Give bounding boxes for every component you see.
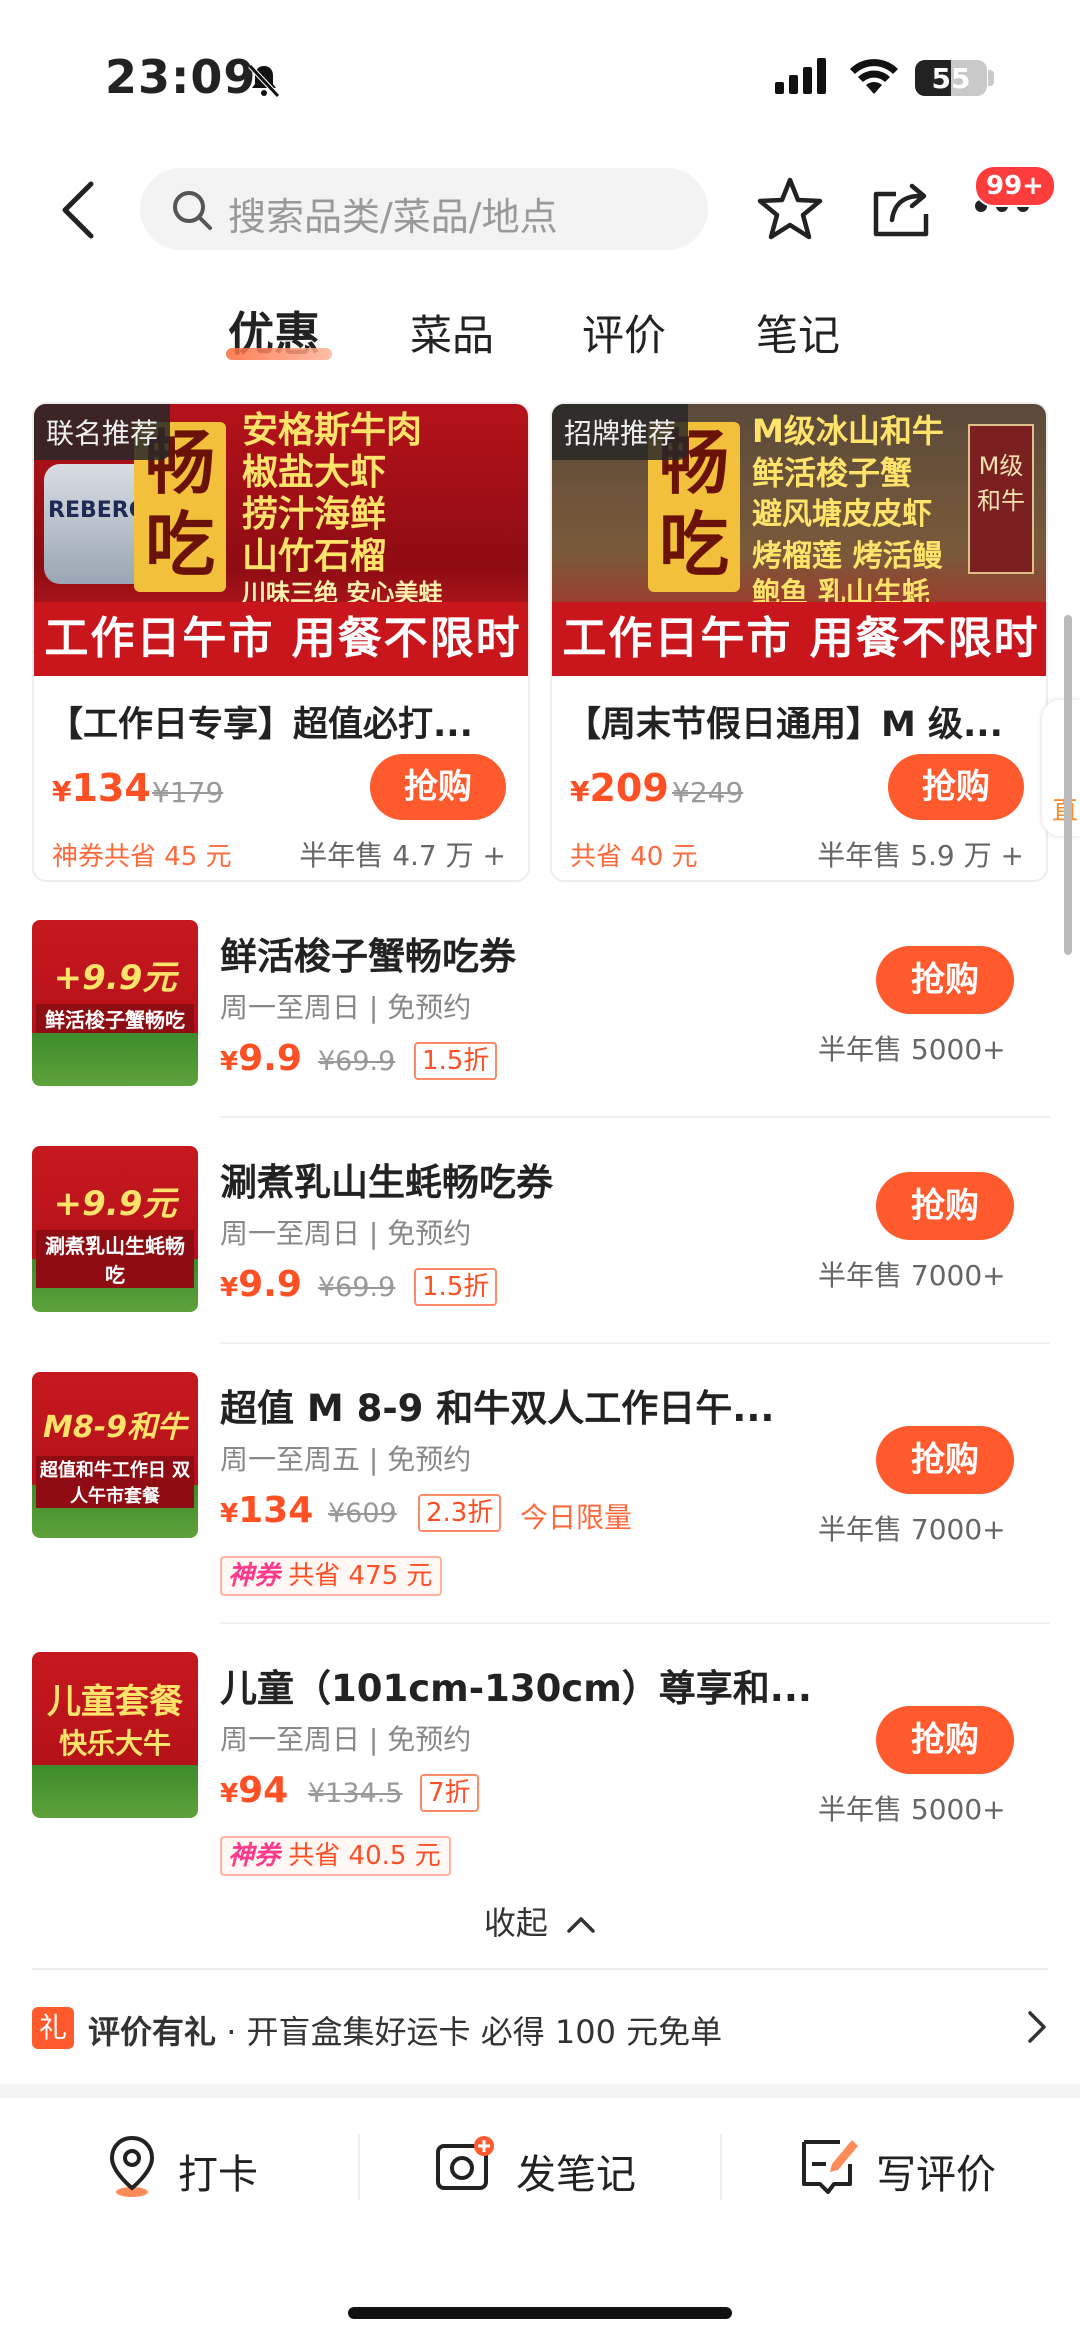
item-thumbnail: 儿童套餐 快乐大牛 — [32, 1652, 198, 1818]
item-thumbnail: M8-9和牛 超值和牛工作日 双人午市套餐 — [32, 1372, 198, 1538]
buy-button[interactable]: 抢购 — [876, 1172, 1014, 1240]
search-input[interactable]: 搜索品类/菜品/地点 — [140, 168, 708, 250]
item-validity: 周一至周五 | 免预约 — [220, 1443, 472, 1476]
coupon-badge: 神券 共省 475 元 — [220, 1556, 443, 1596]
deal-card[interactable]: REBERG 畅吃 安格斯牛肉 椒盐大虾 捞汁海鲜 山竹石榴 川味三绝 安心美蛙… — [32, 402, 530, 882]
sold-count: 半年售 4.7 万 + — [299, 839, 506, 872]
original-price: ¥179 — [152, 776, 224, 809]
checkin-button[interactable]: 打卡 — [104, 2134, 284, 2204]
tab-active-indicator — [226, 348, 332, 360]
item-name: 鲜活梭子蟹畅吃券 — [220, 935, 516, 978]
limited-today-text: 今日限量 — [520, 1501, 633, 1534]
item-sold-count: 半年售 7000+ — [818, 1259, 1006, 1292]
battery-level: 55 — [931, 62, 971, 95]
deal-title: 【周末节假日通用】M 级... — [566, 705, 1003, 745]
share-icon[interactable] — [870, 174, 932, 240]
item-name: 儿童（101cm-130cm）尊享和... — [220, 1667, 812, 1710]
item-price: ¥94 — [220, 1770, 289, 1811]
search-placeholder: 搜索品类/菜品/地点 — [228, 195, 558, 239]
silent-bell-icon — [248, 64, 280, 98]
discount-badge: 7折 — [420, 1774, 479, 1812]
item-original-price: ¥134.5 — [308, 1778, 403, 1809]
deal-title: 【工作日专享】超值必打... — [48, 705, 473, 745]
scroll-indicator — [1064, 615, 1072, 955]
notification-badge: 99+ — [974, 165, 1056, 207]
buy-button[interactable]: 抢购 — [876, 946, 1014, 1014]
tab-notes[interactable]: 笔记 — [756, 302, 840, 363]
item-price: ¥134 — [220, 1490, 314, 1531]
promo-text: 评价有礼 · 开盲盒集好运卡 必得 100 元免单 — [88, 2013, 723, 2051]
deal-card-image: 畅吃 M级冰山和牛 鲜活梭子蟹 避风塘皮皮虾 烤榴莲 烤活鳗 鲍鱼 乳山生蚝 M… — [552, 404, 1046, 676]
write-review-button[interactable]: 写评价 — [800, 2134, 1020, 2204]
coupon-badge: 神券 共省 40.5 元 — [220, 1836, 451, 1876]
discount-badge: 1.5折 — [414, 1042, 498, 1080]
image-banner: 工作日午市 用餐不限时 — [552, 602, 1046, 676]
review-promo-row[interactable]: 礼 评价有礼 · 开盲盒集好运卡 必得 100 元免单 — [32, 2005, 1048, 2051]
signal-icon — [775, 58, 826, 94]
search-icon — [173, 191, 212, 230]
floating-edge-tab[interactable]: 直 — [1042, 700, 1080, 836]
original-price: ¥249 — [672, 776, 744, 809]
collapse-button[interactable]: 收起 — [0, 1898, 1080, 1944]
location-pin-icon — [109, 2135, 155, 2197]
item-original-price: ¥69.9 — [318, 1272, 396, 1303]
edit-review-icon — [802, 2140, 858, 2194]
deal-card-image: REBERG 畅吃 安格斯牛肉 椒盐大虾 捞汁海鲜 山竹石榴 川味三绝 安心美蛙… — [34, 404, 528, 676]
tab-bar: 优惠 菜品 评价 笔记 — [0, 298, 1080, 378]
deal-price: ¥134 — [52, 766, 151, 810]
chevron-right-icon — [1028, 2011, 1046, 2043]
discount-badge: 1.5折 — [414, 1268, 498, 1306]
card-tag: 招牌推荐 — [552, 404, 689, 460]
item-original-price: ¥609 — [328, 1498, 397, 1529]
item-name: 涮煮乳山生蚝畅吃券 — [220, 1161, 553, 1204]
post-note-button[interactable]: 发笔记 — [434, 2134, 654, 2204]
camera-plus-icon — [436, 2136, 494, 2190]
status-time: 23:09 — [105, 50, 257, 104]
item-name: 超值 M 8-9 和牛双人工作日午... — [220, 1387, 775, 1430]
chevron-up-icon — [567, 1917, 595, 1933]
image-text: 安格斯牛肉 椒盐大虾 捞汁海鲜 山竹石榴 川味三绝 安心美蛙 — [242, 410, 443, 607]
status-bar: 23:09 55 — [0, 0, 1080, 150]
wifi-icon — [850, 59, 898, 94]
item-validity: 周一至周日 | 免预约 — [220, 1723, 472, 1756]
item-original-price: ¥69.9 — [318, 1046, 396, 1077]
gift-icon: 礼 — [32, 2007, 74, 2049]
item-price: ¥9.9 — [220, 1264, 302, 1305]
battery-icon: 55 — [915, 60, 987, 96]
back-arrow-icon[interactable] — [55, 180, 105, 240]
deal-card[interactable]: 畅吃 M级冰山和牛 鲜活梭子蟹 避风塘皮皮虾 烤榴莲 烤活鳗 鲍鱼 乳山生蚝 M… — [550, 402, 1048, 882]
card-tag: 联名推荐 — [34, 404, 171, 460]
buy-button[interactable]: 抢购 — [876, 1426, 1014, 1494]
savings-text: 神券共省 45 元 — [52, 842, 232, 872]
item-sold-count: 半年售 7000+ — [818, 1513, 1006, 1546]
wagyu-box-image: M级和牛 — [968, 424, 1034, 574]
buy-button[interactable]: 抢购 — [876, 1706, 1014, 1774]
tab-reviews[interactable]: 评价 — [582, 302, 666, 363]
item-validity: 周一至周日 | 免预约 — [220, 1217, 472, 1250]
buy-button[interactable]: 抢购 — [370, 754, 506, 820]
deal-price: ¥209 — [570, 766, 669, 810]
item-thumbnail: +9.9元 鲜活梭子蟹畅吃 — [32, 920, 198, 1086]
item-sold-count: 半年售 5000+ — [818, 1793, 1006, 1826]
item-price: ¥9.9 — [220, 1038, 302, 1079]
buy-button[interactable]: 抢购 — [888, 754, 1024, 820]
bottom-action-bar: 打卡 发笔记 写评价 — [0, 2098, 1080, 2238]
star-favorite-icon[interactable] — [756, 176, 824, 242]
tab-dishes[interactable]: 菜品 — [410, 302, 494, 363]
item-thumbnail: +9.9元 涮煮乳山生蚝畅吃 — [32, 1146, 198, 1312]
image-text: M级冰山和牛 鲜活梭子蟹 避风塘皮皮虾 烤榴莲 烤活鳗 鲍鱼 乳山生蚝 — [752, 412, 944, 609]
home-indicator — [348, 2307, 732, 2319]
savings-text: 共省 40 元 — [570, 842, 698, 872]
item-validity: 周一至周日 | 免预约 — [220, 991, 472, 1024]
discount-badge: 2.3折 — [418, 1494, 502, 1532]
item-sold-count: 半年售 5000+ — [818, 1033, 1006, 1066]
image-banner: 工作日午市 用餐不限时 — [34, 602, 528, 676]
sold-count: 半年售 5.9 万 + — [817, 839, 1024, 872]
